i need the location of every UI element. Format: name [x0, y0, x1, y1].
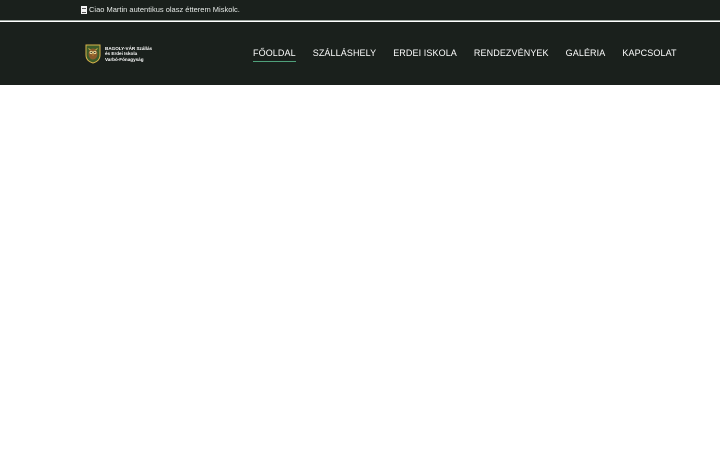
nav-item-events[interactable]: RENDEZVÉNYEK — [474, 48, 549, 62]
site-header: BAGOLY-VÁR Szállás és Erdei Iskola Varbó… — [0, 22, 720, 85]
brand-line-3: Varbó-Fónagyság — [105, 56, 144, 62]
restaurant-link-text: Ciao Martin autentikus olasz étterem Mis… — [89, 5, 240, 14]
main-nav: FŐOLDAL SZÁLLÁSHELY ERDEI ISKOLA RENDEZV… — [253, 48, 677, 62]
main-content — [0, 85, 720, 450]
document-icon — [81, 5, 87, 14]
brand-text: BAGOLY-VÁR Szállás és Erdei Iskola Varbó… — [105, 46, 152, 62]
owl-shield-logo — [85, 44, 101, 64]
restaurant-link[interactable]: Ciao Martin autentikus olasz étterem Mis… — [81, 5, 240, 14]
nav-item-gallery[interactable]: GALÉRIA — [566, 48, 606, 62]
nav-item-accommodation[interactable]: SZÁLLÁSHELY — [313, 48, 376, 62]
nav-item-contact[interactable]: KAPCSOLAT — [622, 48, 676, 62]
top-bar: Ciao Martin autentikus olasz étterem Mis… — [0, 0, 720, 21]
brand-logo-link[interactable]: BAGOLY-VÁR Szállás és Erdei Iskola Varbó… — [85, 44, 152, 64]
nav-item-home[interactable]: FŐOLDAL — [253, 48, 296, 62]
nav-item-forest-school[interactable]: ERDEI ISKOLA — [393, 48, 457, 62]
